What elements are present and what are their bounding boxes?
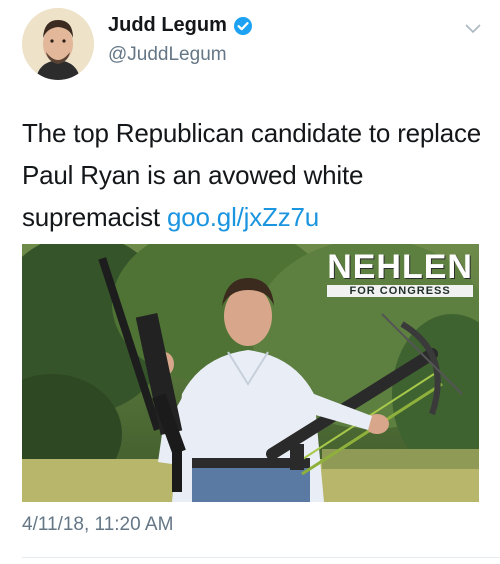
verified-badge-icon <box>233 16 252 35</box>
author-name[interactable]: Judd Legum <box>108 14 253 37</box>
tweet-card: Judd Legum @JuddLegum The top Republican… <box>0 0 500 564</box>
author-display-name[interactable]: Judd Legum <box>108 14 227 37</box>
tweet-text: The top Republican candidate to replace … <box>22 112 482 238</box>
divider <box>22 557 500 558</box>
tweet-link[interactable]: goo.gl/jxZz7u <box>167 202 319 232</box>
chevron-down-icon[interactable] <box>464 22 482 36</box>
avatar[interactable] <box>22 8 94 80</box>
watermark-main: NEHLEN <box>327 248 473 286</box>
watermark-logo: NEHLEN FOR CONGRESS <box>327 250 473 297</box>
author-handle[interactable]: @JuddLegum <box>108 44 227 66</box>
tweet-timestamp[interactable]: 4/11/18, 11:20 AM <box>22 514 173 536</box>
tweet-photo[interactable]: NEHLEN FOR CONGRESS <box>22 244 479 502</box>
watermark-sub: FOR CONGRESS <box>327 285 473 297</box>
